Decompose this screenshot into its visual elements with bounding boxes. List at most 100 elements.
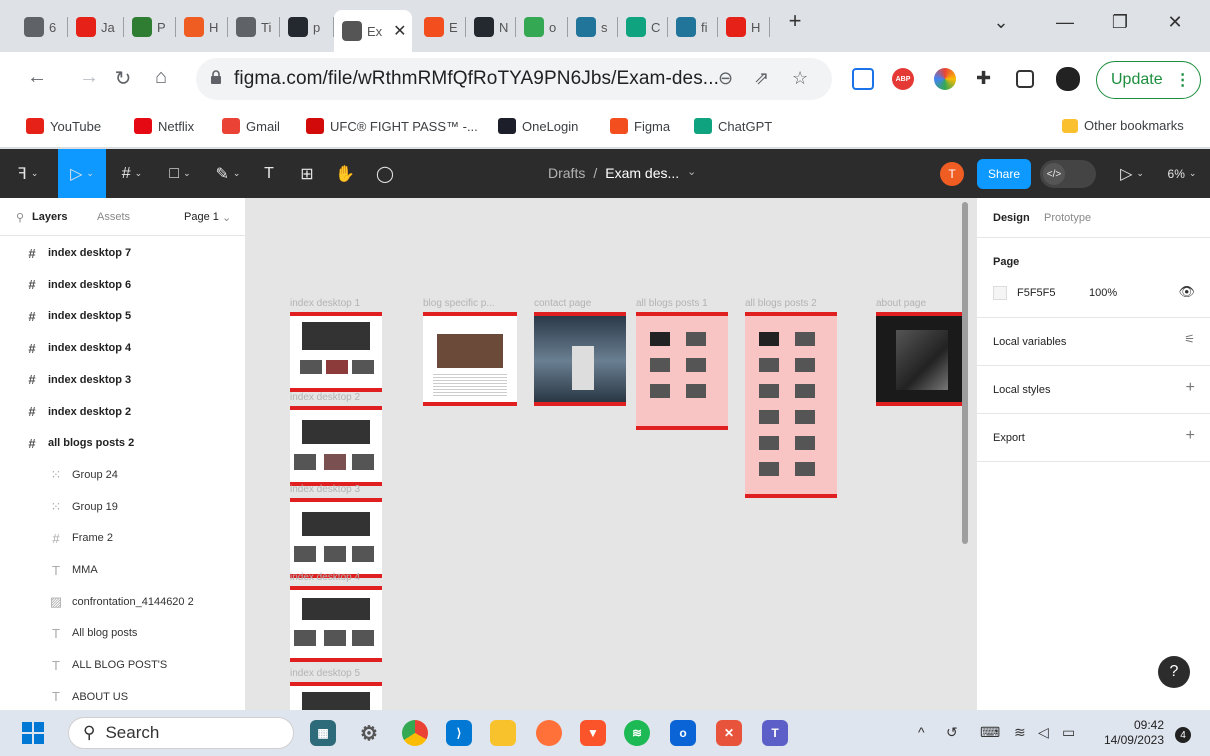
pen-tool-button[interactable]: ✎ ⌄ (206, 149, 250, 198)
browser-tab[interactable]: Ja (68, 12, 124, 42)
side-panel-icon[interactable] (1016, 70, 1034, 88)
layer-row[interactable]: # index desktop 5 (0, 301, 245, 331)
windows-start-icon[interactable] (22, 722, 44, 744)
layer-row[interactable]: ⁙ Group 24 (0, 460, 245, 490)
frame-label-index-3[interactable]: index desktop 3 (290, 484, 360, 495)
move-tool-button[interactable]: ▷ ⌄ (58, 149, 106, 198)
browser-tab[interactable]: C (618, 12, 668, 42)
chevron-down-icon[interactable]: ⌄ (222, 211, 231, 224)
bookmark-item[interactable]: OneLogin (498, 118, 578, 134)
widgets-icon[interactable]: ▦ (310, 720, 336, 746)
hand-tool-button[interactable]: ✋ (330, 149, 360, 198)
tab-layers[interactable]: Layers (32, 211, 67, 223)
browser-tab[interactable]: Ex ✕ (334, 10, 412, 52)
share-button[interactable]: Share (977, 159, 1031, 189)
layer-row[interactable]: T ALL BLOG POST'S (0, 650, 245, 680)
tab-search-chevron-icon[interactable]: ⌄ (986, 12, 1016, 33)
browser-tab[interactable]: 6 (16, 12, 68, 42)
layer-row[interactable]: # Frame 2 (0, 523, 245, 553)
settings-gear-icon[interactable]: ⚙ (356, 720, 382, 746)
frame-label-index-2[interactable]: index desktop 2 (290, 392, 360, 403)
shape-tool-button[interactable]: □ ⌄ (158, 149, 202, 198)
page-selector[interactable]: Page 1 (184, 211, 219, 223)
extensions-puzzle-icon[interactable]: ✚ (976, 68, 998, 90)
layer-row[interactable]: T ABOUT US (0, 682, 245, 710)
layer-row[interactable]: # index desktop 4 (0, 333, 245, 363)
taskbar-search[interactable]: ⚲ Search (68, 717, 294, 749)
copilot-tray-icon[interactable]: ↺ (946, 724, 958, 741)
frame-label-all-blogs-2[interactable]: all blogs posts 2 (745, 298, 817, 309)
frame-label-all-blogs-1[interactable]: all blogs posts 1 (636, 298, 708, 309)
browser-tab[interactable]: N (466, 12, 516, 42)
close-tab-icon[interactable]: ✕ (393, 21, 406, 41)
page-color-hex[interactable]: F5F5F5 (1017, 287, 1056, 299)
layer-row[interactable]: # all blogs posts 2 (0, 428, 245, 458)
frame-all-blogs-posts-1[interactable] (636, 312, 728, 430)
frame-index-desktop-1[interactable] (290, 312, 382, 392)
url-text[interactable]: figma.com/file/wRthmRMfQfRoTYA9PN6Jbs/Ex… (234, 68, 719, 90)
share-page-icon[interactable]: ⇗ (754, 68, 769, 89)
browser-tab[interactable]: s (568, 12, 618, 42)
frame-all-blogs-posts-2[interactable] (745, 312, 837, 498)
teams-icon[interactable]: T (762, 720, 788, 746)
reload-icon[interactable]: ↻ (108, 66, 138, 91)
minimize-icon[interactable]: — (1050, 12, 1080, 33)
browser-tab[interactable]: E (416, 12, 466, 42)
bookmark-item[interactable]: Figma (610, 118, 670, 134)
firefox-icon[interactable] (536, 720, 562, 746)
frame-label-index-5[interactable]: index desktop 5 (290, 668, 360, 679)
volume-icon[interactable]: ◁ (1038, 724, 1049, 741)
bookmark-item[interactable]: UFC® FIGHT PASS™ -... (306, 118, 478, 134)
chevron-down-icon[interactable]: ⌄ (687, 165, 696, 181)
add-export-icon[interactable]: + (1186, 427, 1195, 445)
frame-about-page[interactable] (876, 312, 968, 406)
frame-index-desktop-3[interactable] (290, 498, 382, 578)
home-icon[interactable]: ⌂ (146, 66, 176, 89)
color-picker-extension-icon[interactable] (934, 68, 956, 90)
layer-row[interactable]: # index desktop 2 (0, 397, 245, 427)
add-style-icon[interactable]: + (1186, 379, 1195, 397)
file-explorer-icon[interactable] (490, 720, 516, 746)
layer-row[interactable]: # index desktop 6 (0, 270, 245, 300)
browser-tab[interactable]: H (176, 12, 228, 42)
frame-label-blog-specific[interactable]: blog specific p... (423, 298, 495, 309)
back-arrow-icon[interactable]: ← (22, 66, 52, 89)
frame-index-desktop-5[interactable] (290, 682, 382, 710)
new-tab-button[interactable]: + (780, 8, 810, 34)
brave-icon[interactable]: ▼ (580, 720, 606, 746)
outlook-icon[interactable]: o (670, 720, 696, 746)
battery-icon[interactable]: ▭ (1062, 724, 1075, 741)
dev-mode-toggle[interactable]: </> (1040, 160, 1096, 188)
design-canvas[interactable]: index desktop 1 index desktop 2 index de… (246, 198, 976, 710)
frame-label-about[interactable]: about page (876, 298, 926, 309)
breadcrumb[interactable]: Drafts / Exam des... ⌄ (548, 165, 696, 181)
bookmark-item[interactable]: Netflix (134, 118, 194, 134)
breadcrumb-drafts[interactable]: Drafts (548, 165, 585, 181)
bookmark-item[interactable]: Gmail (222, 118, 280, 134)
search-icon[interactable]: ⚲ (16, 211, 24, 224)
eye-icon[interactable]: 👁 (1178, 284, 1195, 300)
page-opacity[interactable]: 100% (1089, 287, 1117, 299)
local-variables-section[interactable]: Local variables ⚟ (977, 318, 1210, 366)
layer-row[interactable]: T MMA (0, 555, 245, 585)
frame-index-desktop-4[interactable] (290, 586, 382, 662)
file-name[interactable]: Exam des... (605, 165, 679, 181)
zoom-icon[interactable]: ⊖ (718, 68, 733, 89)
comment-tool-button[interactable]: ◯ (370, 149, 400, 198)
layer-row[interactable]: T All blog posts (0, 618, 245, 648)
bookmark-star-icon[interactable]: ☆ (792, 68, 808, 89)
browser-tab[interactable]: P (124, 12, 176, 42)
bookmark-item[interactable]: YouTube (26, 118, 101, 134)
canvas-scrollbar[interactable] (962, 202, 968, 544)
forward-arrow-icon[interactable]: → (74, 66, 104, 89)
present-button[interactable]: ▷ ⌄ (1112, 149, 1152, 198)
vscode-icon[interactable]: ⟩ (446, 720, 472, 746)
tab-assets[interactable]: Assets (97, 211, 130, 223)
update-button[interactable]: Update ⋮ (1096, 61, 1201, 99)
frame-label-index-1[interactable]: index desktop 1 (290, 298, 360, 309)
browser-tab[interactable]: H (718, 12, 770, 42)
frame-blog-specific-page[interactable] (423, 312, 517, 406)
resources-tool-button[interactable]: ⊞ (292, 149, 322, 198)
xampp-icon[interactable]: ✕ (716, 720, 742, 746)
system-clock[interactable]: 09:42 14/09/2023 (1098, 718, 1164, 748)
